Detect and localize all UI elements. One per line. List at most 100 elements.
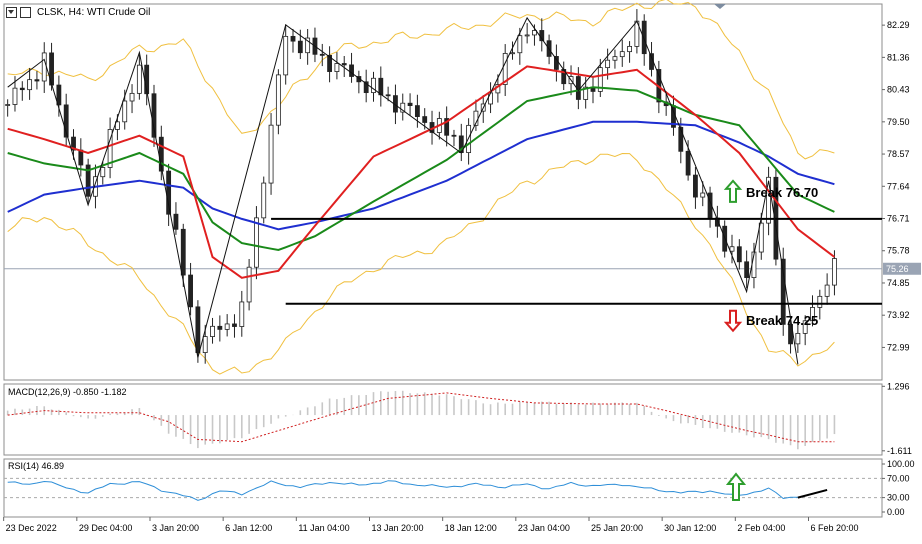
candle-body	[422, 116, 428, 123]
current-price-label: 75.26	[886, 264, 909, 274]
macd-tick-label: 1.296	[887, 381, 910, 391]
chart-header: CLSK, H4: WTI Crude Oil	[6, 7, 150, 18]
candle-body	[100, 167, 106, 178]
price-tick-label: 77.64	[887, 181, 910, 191]
candle-body	[41, 52, 47, 82]
candle-body	[180, 228, 186, 276]
price-tick-label: 76.71	[887, 214, 910, 224]
price-tick-label: 73.92	[887, 310, 910, 320]
candle-body	[210, 325, 215, 337]
candle-body	[700, 192, 706, 198]
candle-body	[685, 150, 691, 176]
candle-body	[78, 149, 84, 166]
candle-body	[27, 79, 33, 91]
candle-body	[510, 52, 515, 55]
candle-body	[693, 174, 698, 198]
rsi-tick-label: 100.00	[887, 459, 915, 469]
x-tick-label: 6 Jan 12:00	[225, 523, 272, 533]
candle-body	[349, 64, 354, 77]
candle-body	[553, 56, 559, 70]
candle-body	[224, 323, 230, 330]
candle-body	[385, 94, 391, 97]
candle-body	[627, 45, 632, 53]
x-tick-label: 3 Jan 20:00	[152, 523, 199, 533]
candle-body	[283, 35, 289, 76]
candle-body	[202, 336, 208, 353]
candle	[261, 176, 267, 224]
candle-body	[129, 92, 135, 102]
candle-body	[488, 92, 493, 105]
candle-body	[122, 100, 128, 123]
x-tick-label: 18 Jan 12:00	[445, 523, 497, 533]
candle-body	[517, 35, 523, 54]
candle-body	[173, 213, 179, 230]
price-tick-label: 75.78	[887, 246, 910, 256]
candle-body	[758, 222, 764, 253]
candle-body	[407, 102, 413, 106]
candle-body	[605, 59, 611, 69]
candle-body	[414, 105, 420, 117]
candle-body	[195, 306, 201, 353]
rsi-tick-label: 0.00	[887, 507, 905, 517]
candle-body	[319, 53, 325, 56]
x-tick-label: 25 Jan 20:00	[591, 523, 643, 533]
rsi-panel	[3, 458, 883, 518]
rsi-title: RSI(14) 46.89	[8, 461, 64, 471]
x-tick-label: 6 Feb 20:00	[810, 523, 858, 533]
candle-body	[341, 63, 347, 66]
break-up-label: Break 76.70	[746, 185, 818, 200]
candle-body	[12, 87, 18, 105]
chart-canvas: Break 76.70 Break 74.25 82.29 81.36 80.43 79…	[3, 0, 921, 533]
candle-body	[217, 325, 223, 330]
price-tick-label: 74.85	[887, 278, 910, 288]
candle-body	[378, 77, 384, 96]
candle-body	[795, 332, 801, 345]
dropdown-icon[interactable]	[6, 7, 17, 18]
candle-body	[832, 258, 837, 286]
candle-body	[817, 295, 823, 308]
candle-body	[334, 63, 340, 72]
candle-body	[166, 170, 172, 215]
candle-body	[34, 79, 40, 82]
window-icon[interactable]	[20, 7, 31, 18]
chart-title: CLSK, H4: WTI Crude Oil	[37, 7, 151, 18]
candle-body	[641, 20, 647, 55]
price-tick-label: 82.29	[887, 20, 910, 30]
candle-body	[261, 182, 267, 219]
candle	[85, 158, 91, 203]
price-tick-label: 81.36	[887, 52, 910, 62]
candle-body	[188, 274, 193, 308]
macd-panel	[3, 383, 883, 456]
candle-body	[19, 87, 25, 91]
macd-title: MACD(12,26,9) -0.850 -1.182	[8, 387, 127, 397]
candle-body	[232, 323, 237, 327]
candle-body	[136, 64, 142, 94]
candle-body	[612, 56, 618, 61]
price-tick-label: 79.50	[887, 117, 910, 127]
trading-chart: Break 76.70 Break 74.25 82.29 81.36 80.43 79…	[0, 0, 922, 539]
candle-body	[524, 34, 530, 37]
macd-tick-label: -1.611	[887, 446, 912, 456]
candle-body	[268, 124, 274, 184]
candle-body	[678, 126, 684, 152]
x-tick-label: 11 Jan 04:00	[298, 523, 349, 533]
candle-body	[290, 35, 296, 42]
candle-body	[297, 40, 303, 54]
candle-body	[254, 217, 259, 268]
price-tick-label: 72.99	[887, 342, 910, 352]
candle-body	[619, 51, 625, 58]
candle-body	[729, 246, 735, 252]
candle-body	[5, 104, 11, 106]
x-tick-label: 2 Feb 04:00	[737, 523, 785, 533]
x-tick-label: 30 Jan 12:00	[664, 523, 716, 533]
price-tick-label: 78.57	[887, 149, 910, 159]
x-tick-label: 23 Dec 2022	[6, 523, 57, 533]
candle-body	[451, 134, 457, 137]
candle-body	[824, 284, 830, 297]
candle-body	[246, 266, 252, 303]
x-tick-label: 23 Jan 04:00	[518, 523, 570, 533]
candle-body	[744, 261, 750, 278]
candle-body	[736, 246, 742, 263]
rsi-tick-label: 70.00	[887, 473, 910, 483]
candle	[268, 113, 274, 195]
